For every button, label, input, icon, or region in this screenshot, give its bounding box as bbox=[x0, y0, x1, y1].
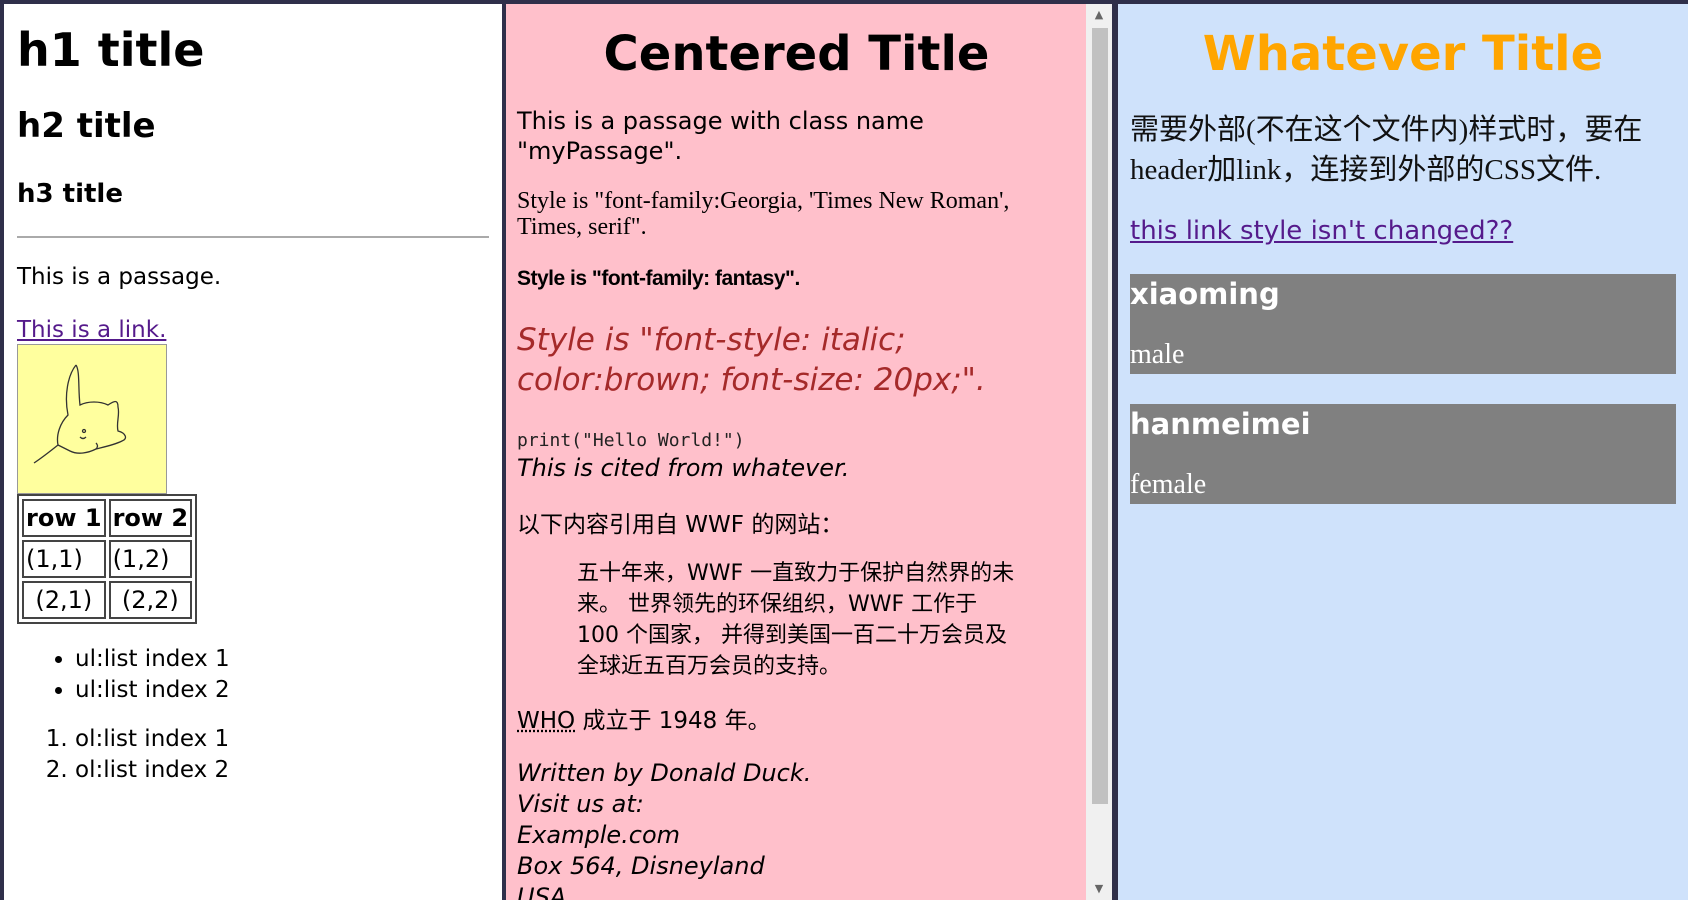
italic-brown-passage: Style is "font-style: italic; color:brow… bbox=[517, 322, 986, 398]
table-cell: (2,1) bbox=[22, 581, 106, 619]
cite-text: This is cited from whatever. bbox=[517, 454, 850, 482]
address-line: Example.com bbox=[517, 821, 681, 849]
unstyled-link[interactable]: this link style isn't changed?? bbox=[1130, 216, 1513, 246]
list-item: ul:list index 1 bbox=[75, 644, 489, 675]
address-line: USA bbox=[517, 883, 567, 900]
centered-title: Centered Title bbox=[603, 26, 990, 82]
person-card: hanmeimei female bbox=[1130, 404, 1676, 504]
scroll-down-arrow-icon[interactable]: ▼ bbox=[1086, 878, 1112, 900]
kitten-sketch-icon bbox=[33, 364, 127, 464]
h2-heading: h2 title bbox=[17, 106, 156, 146]
person-card: xiaoming male bbox=[1130, 274, 1676, 374]
whatever-title: Whatever Title bbox=[1202, 26, 1604, 82]
table-header: row 2 bbox=[108, 499, 193, 537]
right-frame: Whatever Title 需要外部(不在这个文件内)样式时，要在header… bbox=[1118, 4, 1688, 900]
code-snippet: print("Hello World!") bbox=[517, 430, 745, 451]
ordered-list: ol:list index 1 ol:list index 2 bbox=[17, 724, 489, 786]
table-cell: (1,1) bbox=[22, 540, 106, 578]
vertical-scrollbar[interactable]: ▲ ▼ bbox=[1086, 4, 1112, 900]
list-item: ol:list index 2 bbox=[75, 755, 489, 786]
scrollbar-thumb[interactable] bbox=[1092, 28, 1108, 804]
who-paragraph: WHO 成立于 1948 年。 bbox=[517, 706, 1076, 736]
who-abbr[interactable]: WHO bbox=[517, 708, 575, 734]
address-line: Written by Donald Duck. bbox=[517, 759, 812, 787]
left-frame: h1 title h2 title h3 title This is a pas… bbox=[4, 4, 502, 900]
person-name: xiaoming bbox=[1130, 277, 1280, 311]
horizontal-rule bbox=[17, 236, 489, 238]
unordered-list: ul:list index 1 ul:list index 2 bbox=[17, 644, 489, 706]
table-cell: (1,2) bbox=[108, 540, 193, 578]
css-note-paragraph: 需要外部(不在这个文件内)样式时，要在header加link，连接到外部的CSS… bbox=[1130, 114, 1643, 186]
passage-link[interactable]: This is a link. bbox=[17, 316, 166, 344]
scroll-up-arrow-icon[interactable]: ▲ bbox=[1086, 4, 1112, 26]
data-table: row 1 row 2 (1,1) (1,2) (2,1) (2,2) bbox=[17, 494, 198, 624]
quote-intro: 以下内容引用自 WWF 的网站： bbox=[517, 512, 844, 538]
person-gender: male bbox=[1130, 339, 1185, 370]
serif-passage: Style is "font-family:Georgia, 'Times Ne… bbox=[517, 188, 1010, 240]
middle-frame: Centered Title This is a passage with cl… bbox=[506, 4, 1086, 900]
list-item: ol:list index 1 bbox=[75, 724, 489, 755]
who-text: 成立于 1948 年。 bbox=[575, 708, 771, 734]
table-header: row 1 bbox=[22, 499, 106, 537]
list-item: ul:list index 2 bbox=[75, 675, 489, 706]
person-name: hanmeimei bbox=[1130, 407, 1311, 441]
address-block: Written by Donald Duck. Visit us at: Exa… bbox=[517, 758, 1076, 900]
address-line: Box 564, Disneyland bbox=[517, 852, 765, 880]
person-gender: female bbox=[1130, 469, 1207, 500]
passage: This is a passage. bbox=[17, 264, 222, 290]
h1-heading: h1 title bbox=[17, 23, 205, 77]
kitten-image bbox=[17, 344, 167, 494]
table-cell: (2,2) bbox=[108, 581, 193, 619]
fantasy-passage: Style is "font-family: fantasy". bbox=[517, 267, 800, 290]
blockquote: 五十年来，WWF 一直致力于保护自然界的未来。 世界领先的环保组织，WWF 工作… bbox=[577, 561, 1015, 679]
address-line: Visit us at: bbox=[517, 790, 644, 818]
h3-heading: h3 title bbox=[17, 179, 123, 209]
my-passage: This is a passage with class name "myPas… bbox=[517, 107, 924, 165]
